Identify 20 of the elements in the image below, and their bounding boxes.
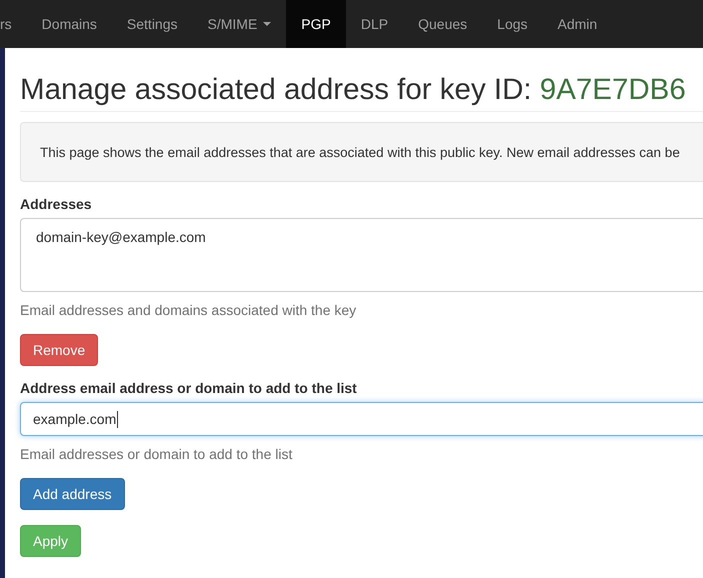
info-text: This page shows the email addresses that are associated with this public key. New email addresses can be [40,144,680,160]
nav-tab[interactable]: rs [0,0,27,48]
address-input-field[interactable]: example.com [20,402,703,436]
help-text: Email addresses and domains associated with the key [20,302,358,318]
field-label: Address email address or domain to add to the list [20,380,358,396]
page-title: Manage associated address for key ID: 9A7E7DB6 [20,72,703,112]
nav-tab[interactable]: Logs [482,0,543,48]
nav-tab[interactable]: Domains [26,0,112,48]
field-label: Addresses [20,196,93,212]
nav-tab[interactable]: PGP [286,0,346,48]
nav-tab[interactable]: DLP [346,0,404,48]
nav-tab[interactable]: S/MIME [192,0,286,48]
addresses-list[interactable]: domain-key@example.com [20,218,703,292]
add-address-button[interactable]: Add address [20,478,125,510]
help-text: Email addresses or domain to add to the list [20,446,294,462]
nav-tab[interactable]: Settings [112,0,193,48]
address-item[interactable]: domain-key@example.com [36,229,703,246]
nav-tab[interactable]: Admin [542,0,612,48]
nav-tab[interactable]: Queues [403,0,482,48]
remove-button[interactable]: Remove [20,334,98,366]
